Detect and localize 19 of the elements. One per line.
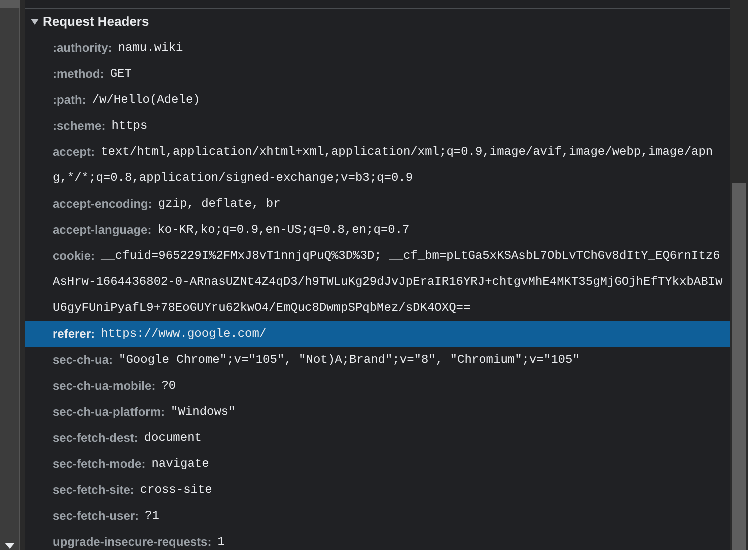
header-row[interactable]: sec-fetch-dest: document xyxy=(25,425,730,451)
scrollbar-thumb[interactable] xyxy=(732,183,746,550)
header-row[interactable]: sec-fetch-site: cross-site xyxy=(25,477,730,503)
header-row[interactable]: accept-encoding: gzip, deflate, br xyxy=(25,191,730,217)
header-row[interactable]: sec-fetch-user: ?1 xyxy=(25,503,730,529)
disclosure-triangle-icon[interactable] xyxy=(31,18,39,26)
header-row[interactable]: upgrade-insecure-requests: 1 xyxy=(25,529,730,550)
caret-down-icon xyxy=(4,543,14,549)
header-row[interactable]: sec-ch-ua-mobile: ?0 xyxy=(25,373,730,399)
header-row[interactable]: sec-ch-ua-platform: "Windows" xyxy=(25,399,730,425)
header-row[interactable]: :method: GET xyxy=(25,61,730,87)
section-title: Request Headers xyxy=(43,13,150,32)
header-row[interactable]: accept-language: ko-KR,ko;q=0.9,en-US;q=0.8,en;q=0.7 xyxy=(25,217,730,243)
header-row[interactable]: sec-fetch-mode: navigate xyxy=(25,451,730,477)
header-row[interactable]: sec-ch-ua: "Google Chrome";v="105", "Not)A;Brand";v="8", "Chromium";v="105" xyxy=(25,347,730,373)
header-row[interactable]: :path: /w/Hello(Adele) xyxy=(25,87,730,113)
header-row[interactable]: :scheme: https xyxy=(25,113,730,139)
header-row[interactable]: :authority: namu.wiki xyxy=(25,35,730,61)
header-row[interactable]: referer: https://www.google.com/ xyxy=(25,321,730,347)
